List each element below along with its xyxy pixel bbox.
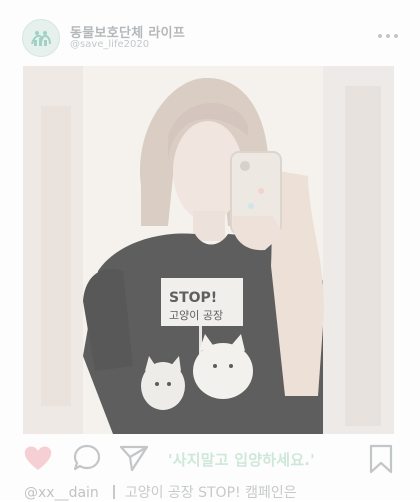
account-handle[interactable]: @save_life2020 bbox=[70, 39, 149, 50]
caption-text: 고양이 공장 STOP! 캠페인은 bbox=[124, 485, 297, 501]
caption-divider bbox=[112, 485, 115, 499]
post-caption: @xx__dain 고양이 공장 STOP! 캠페인은 bbox=[24, 482, 297, 502]
instagram-post-card: 동물보호단체 라이프 @save_life2020 STOP! 고양이 공장 '… bbox=[0, 0, 420, 502]
bookmark-icon[interactable] bbox=[368, 443, 394, 479]
comment-bubble-icon[interactable] bbox=[72, 443, 102, 477]
send-icon[interactable] bbox=[118, 443, 150, 477]
campaign-slogan: '사지말고 입양하세요.' bbox=[168, 451, 315, 469]
post-photo[interactable]: STOP! 고양이 공장 bbox=[23, 66, 394, 434]
caption-username[interactable]: @xx__dain bbox=[24, 485, 99, 501]
profile-avatar[interactable] bbox=[22, 19, 60, 57]
paw-logo-icon bbox=[31, 31, 51, 46]
more-dots-icon[interactable] bbox=[376, 29, 400, 43]
post-header: 동물보호단체 라이프 @save_life2020 bbox=[0, 0, 420, 66]
heart-icon[interactable] bbox=[22, 444, 54, 476]
